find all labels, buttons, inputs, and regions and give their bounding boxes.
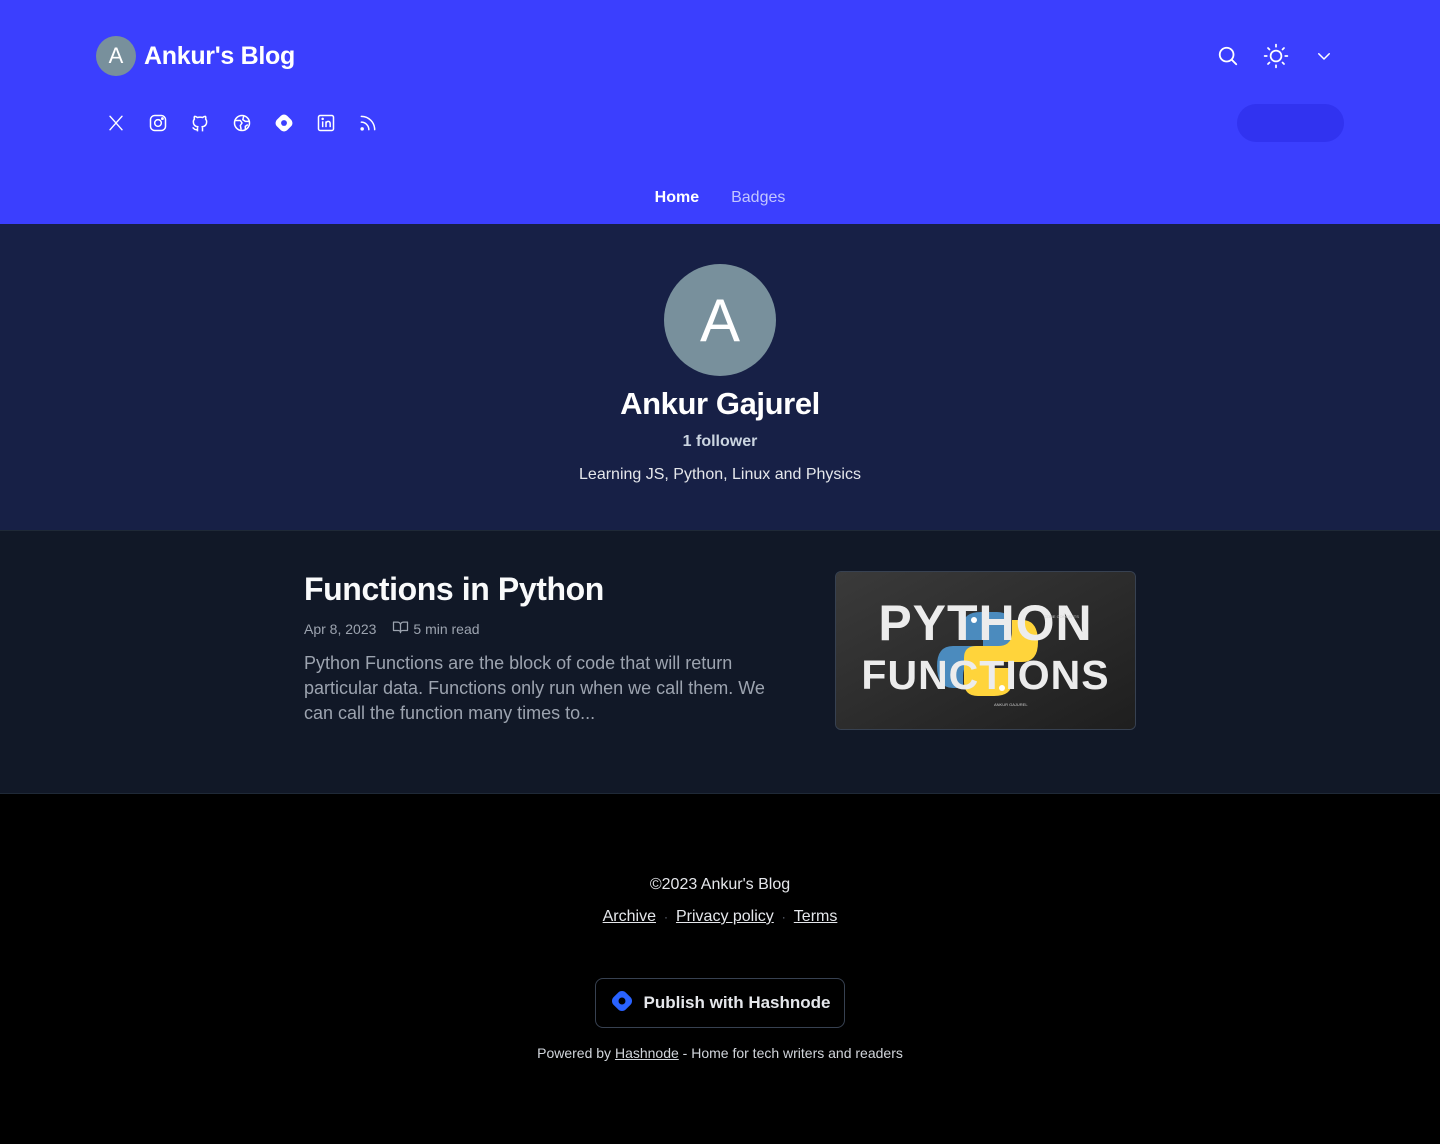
hashnode-link[interactable]: Hashnode — [615, 1045, 679, 1061]
cover-author: ANKUR GAJUREL — [994, 702, 1028, 707]
terms-link[interactable]: Terms — [794, 908, 838, 926]
post-date: Apr 8, 2023 — [304, 620, 377, 637]
post-title[interactable]: Functions in Python — [304, 571, 604, 608]
follower-count: 1 follower — [682, 433, 758, 450]
cover-tagline: CORE CONCEPTS — [1044, 614, 1079, 619]
author-avatar[interactable]: A — [664, 264, 776, 376]
chevron-down-icon[interactable] — [1304, 32, 1344, 80]
author-profile: A Ankur Gajurel 1 follower Learning JS, … — [0, 224, 1440, 531]
powered-suffix: - Home for tech writers and readers — [682, 1045, 903, 1061]
copyright-text: ©2023 Ankur's Blog — [649, 876, 791, 893]
post-cover-image[interactable]: PYTHON FUNCTIONS CORE CONCEPTS ANKUR GAJ… — [835, 571, 1136, 730]
separator-dot: · — [781, 910, 786, 924]
cover-line1: PYTHON — [878, 595, 1093, 651]
read-time-label: 5 min read — [413, 620, 480, 637]
blog-footer: ©2023 Ankur's Blog Archive · Privacy pol… — [0, 794, 1440, 1144]
separator-dot: · — [663, 910, 668, 924]
instagram-icon[interactable] — [138, 103, 178, 143]
header-actions — [1208, 32, 1344, 80]
hashnode-logo-icon — [609, 988, 635, 1019]
post-read-time: 5 min read — [392, 620, 480, 637]
hashnode-icon[interactable] — [264, 103, 304, 143]
publish-with-hashnode-button[interactable]: Publish with Hashnode — [595, 978, 845, 1028]
publish-label: Publish with Hashnode — [643, 993, 831, 1012]
post-meta: Apr 8, 2023 5 min read — [304, 620, 480, 637]
nav-badges[interactable]: Badges — [731, 180, 785, 216]
nav-home[interactable]: Home — [655, 180, 699, 216]
archive-link[interactable]: Archive — [603, 908, 656, 926]
powered-by: Powered by Hashnode - Home for tech writ… — [0, 1045, 1440, 1061]
x-icon[interactable] — [96, 103, 136, 143]
post-excerpt[interactable]: Python Functions are the block of code t… — [304, 651, 794, 726]
book-icon — [392, 620, 409, 637]
blog-nav: Home Badges — [0, 180, 1440, 216]
blog-avatar: A — [96, 36, 136, 76]
sun-icon[interactable] — [1256, 32, 1296, 80]
rss-icon[interactable] — [348, 103, 388, 143]
author-bio: Learning JS, Python, Linux and Physics — [579, 466, 861, 483]
blog-header: A Ankur's Blog Home Badges — [0, 0, 1440, 224]
blog-brand-link[interactable]: A Ankur's Blog — [96, 36, 295, 76]
privacy-policy-link[interactable]: Privacy policy — [676, 908, 774, 926]
author-name: Ankur Gajurel — [620, 386, 820, 421]
social-links — [96, 103, 388, 143]
blog-title: Ankur's Blog — [144, 41, 295, 70]
github-icon[interactable] — [180, 103, 220, 143]
linkedin-icon[interactable] — [306, 103, 346, 143]
follow-button[interactable] — [1237, 104, 1344, 142]
search-icon[interactable] — [1208, 32, 1248, 80]
powered-prefix: Powered by — [537, 1045, 612, 1061]
post-list: Functions in Python Apr 8, 2023 5 min re… — [0, 531, 1440, 794]
globe-icon[interactable] — [222, 103, 262, 143]
cover-line2: FUNCTIONS — [861, 652, 1110, 698]
footer-links: Archive · Privacy policy · Terms — [0, 908, 1440, 926]
